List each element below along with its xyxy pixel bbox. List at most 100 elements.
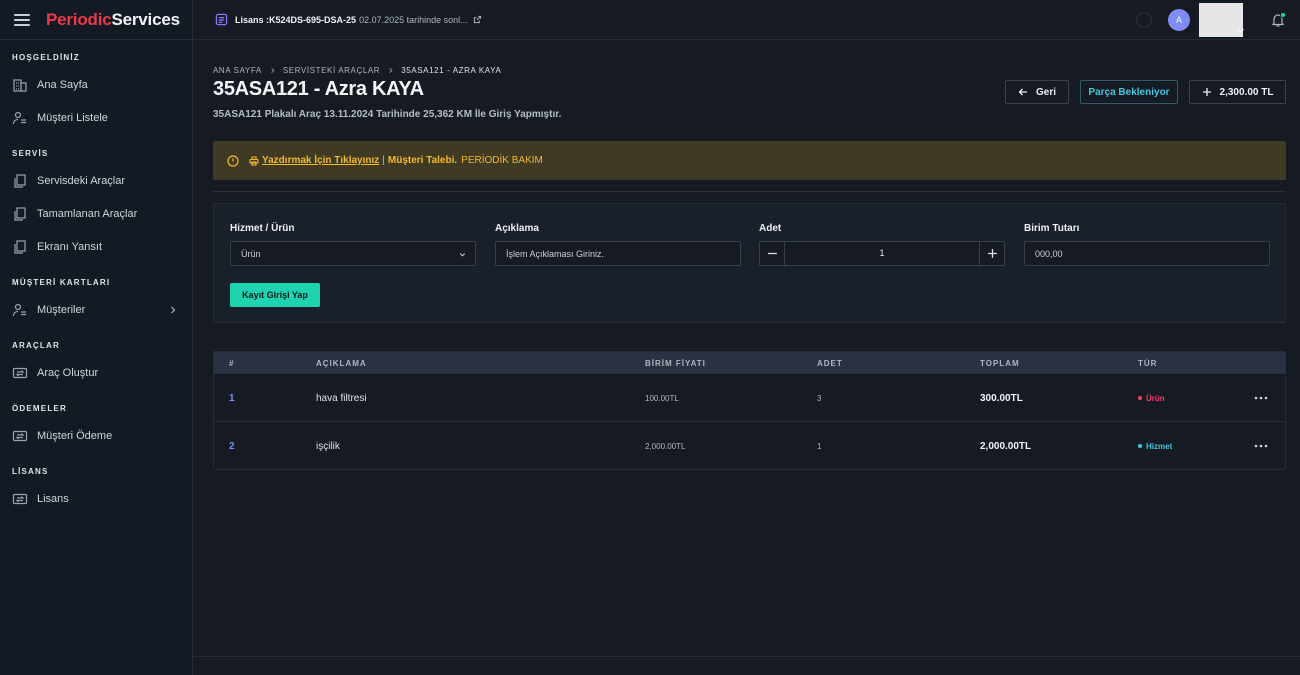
swap-icon xyxy=(12,493,28,504)
breadcrumb-section[interactable]: SERVİSTEKİ ARAÇLAR xyxy=(283,66,380,75)
main-content: ANA SAYFA SERVİSTEKİ ARAÇLAR 35ASA121 - … xyxy=(193,40,1300,675)
customer-request-value: PERİODİK BAKIM xyxy=(461,155,543,166)
back-button[interactable]: Geri xyxy=(1005,80,1069,104)
sidebar-item-customer-payment[interactable]: Müşteri Ödeme xyxy=(0,419,192,452)
parts-waiting-button[interactable]: Parça Bekleniyor xyxy=(1080,80,1178,104)
row-type-label: Ürün xyxy=(1146,393,1165,403)
topbar: Lisans :K524DS-695-DSA-25 02.07.2025 tar… xyxy=(193,0,1300,40)
description-input[interactable]: İşlem Açıklaması Giriniz. xyxy=(495,241,741,266)
row-actions-button[interactable] xyxy=(1254,422,1268,470)
license-key: Lisans :K524DS-695-DSA-25 xyxy=(235,14,357,25)
sidebar-section-title: LİSANS xyxy=(12,467,49,476)
license-expiry: 02.07.2025 tarihinde sonl... xyxy=(359,14,468,25)
sidebar-item-home[interactable]: Ana Sayfa xyxy=(0,68,192,101)
total-amount-button[interactable]: 2,300.00 TL xyxy=(1189,80,1286,104)
page-title: 35ASA121 - Azra KAYA xyxy=(213,78,424,100)
swap-icon xyxy=(12,430,28,441)
copy-icon xyxy=(14,173,26,188)
row-total: 2,000.00TL xyxy=(980,440,1032,452)
topbar-right: A xyxy=(1136,0,1300,40)
service-select[interactable]: Ürün xyxy=(230,241,476,266)
breadcrumb: ANA SAYFA SERVİSTEKİ ARAÇLAR 35ASA121 - … xyxy=(213,66,501,75)
increment-button[interactable] xyxy=(979,242,1004,265)
column-header-unit-price: BİRİM FİYATI xyxy=(645,358,706,368)
table-header: # AÇIKLAMA BİRİM FİYATI ADET TOPLAM TÜR xyxy=(214,352,1285,374)
row-index[interactable]: 2 xyxy=(229,422,235,470)
sidebar-item-label: Araç Oluştur xyxy=(37,366,99,379)
row-quantity: 1 xyxy=(817,441,822,451)
row-actions-button[interactable] xyxy=(1254,374,1268,422)
user-menu[interactable] xyxy=(1199,3,1244,37)
sidebar: PeriodicServices HOŞGELDİNİZ Ana Sayfa M… xyxy=(0,0,193,675)
theme-toggle[interactable] xyxy=(1136,12,1152,28)
notifications-button[interactable] xyxy=(1270,12,1286,28)
column-header-quantity: ADET xyxy=(817,358,843,368)
quantity-label: Adet xyxy=(759,223,782,234)
arrow-left-icon xyxy=(1018,88,1027,96)
sidebar-item-completed-vehicles[interactable]: Tamamlanan Araçlar xyxy=(0,197,192,230)
row-type-badge: Hizmet xyxy=(1138,422,1172,470)
sidebar-item-create-vehicle[interactable]: Araç Oluştur xyxy=(0,356,192,389)
type-dot xyxy=(1138,396,1142,400)
column-header-total: TOPLAM xyxy=(980,358,1020,368)
avatar[interactable]: A xyxy=(1168,9,1190,31)
parts-waiting-label: Parça Bekleniyor xyxy=(1088,86,1170,98)
user-list-icon xyxy=(12,111,26,124)
more-horizontal-icon xyxy=(1254,444,1268,448)
notification-dot xyxy=(1280,12,1286,18)
row-unit-price: 100.00TL xyxy=(645,393,679,403)
brand-logo[interactable]: PeriodicServices xyxy=(46,10,180,30)
table-row: 2 işçilik 2,000.00TL 1 2,000.00TL Hizmet xyxy=(214,422,1285,470)
sidebar-item-label: Müşteri Ödeme xyxy=(37,429,113,442)
quantity-stepper[interactable]: 1 xyxy=(759,241,1005,266)
copy-icon xyxy=(14,239,26,254)
quantity-value[interactable]: 1 xyxy=(785,242,979,265)
sidebar-header: PeriodicServices xyxy=(0,0,192,40)
chevron-right-icon xyxy=(171,306,176,313)
external-link-icon[interactable] xyxy=(473,15,482,24)
sidebar-section-title: HOŞGELDİNİZ xyxy=(12,53,80,62)
row-type-label: Hizmet xyxy=(1146,441,1173,451)
page-subtitle: 35ASA121 Plakalı Araç 13.11.2024 Tarihin… xyxy=(213,109,562,120)
chevron-down-icon xyxy=(1238,28,1244,33)
row-index[interactable]: 1 xyxy=(229,374,235,422)
chevron-right-icon xyxy=(271,67,275,74)
unit-price-value: 000,00 xyxy=(1035,248,1063,259)
sidebar-item-license[interactable]: Lisans xyxy=(0,482,192,515)
breadcrumb-home[interactable]: ANA SAYFA xyxy=(213,66,262,75)
sidebar-item-label: Tamamlanan Araçlar xyxy=(37,207,138,220)
sidebar-item-label: Lisans xyxy=(37,492,69,505)
warning-icon xyxy=(227,154,239,167)
sidebar-item-customer-list[interactable]: Müşteri Listele xyxy=(0,101,192,134)
sidebar-item-vehicles-in-service[interactable]: Servisdeki Araçlar xyxy=(0,164,192,197)
sidebar-item-mirror-screen[interactable]: Ekranı Yansıt xyxy=(0,230,192,263)
sidebar-section-title: MÜŞTERİ KARTLARI xyxy=(12,278,111,287)
row-description: hava filtresi xyxy=(316,392,367,404)
back-button-label: Geri xyxy=(1035,86,1056,98)
description-label: Açıklama xyxy=(495,223,539,234)
breadcrumb-current: 35ASA121 - AZRA KAYA xyxy=(401,66,502,75)
swap-icon xyxy=(12,367,28,378)
unit-price-input[interactable]: 000,00 xyxy=(1024,241,1270,266)
table-row: 1 hava filtresi 100.00TL 3 300.00TL Ürün xyxy=(214,374,1285,422)
row-description: işçilik xyxy=(316,440,340,452)
chevron-right-icon xyxy=(389,67,393,74)
sidebar-item-label: Servisdeki Araçlar xyxy=(37,174,126,187)
decrement-button[interactable] xyxy=(760,242,785,265)
row-total: 300.00TL xyxy=(980,392,1023,404)
service-select-value: Ürün xyxy=(241,248,261,259)
items-table: # AÇIKLAMA BİRİM FİYATI ADET TOPLAM TÜR … xyxy=(213,351,1286,470)
menu-toggle-icon[interactable] xyxy=(14,13,30,26)
sidebar-item-customers[interactable]: Müşteriler xyxy=(0,293,192,326)
sidebar-section-title: ÖDEMELER xyxy=(12,404,67,413)
submit-entry-button[interactable]: Kayıt Girişi Yap xyxy=(230,283,320,307)
license-info[interactable]: Lisans :K524DS-695-DSA-25 02.07.2025 tar… xyxy=(215,13,482,26)
more-horizontal-icon xyxy=(1254,396,1268,400)
description-placeholder: İşlem Açıklaması Giriniz. xyxy=(506,248,605,259)
print-link[interactable]: Yazdırmak İçin Tıklayınız xyxy=(262,155,379,166)
column-header-description: AÇIKLAMA xyxy=(316,358,367,368)
sidebar-item-label: Müşteri Listele xyxy=(37,111,108,124)
row-quantity: 3 xyxy=(817,393,822,403)
print-icon xyxy=(249,155,259,166)
sidebar-section-title: ARAÇLAR xyxy=(12,341,60,350)
